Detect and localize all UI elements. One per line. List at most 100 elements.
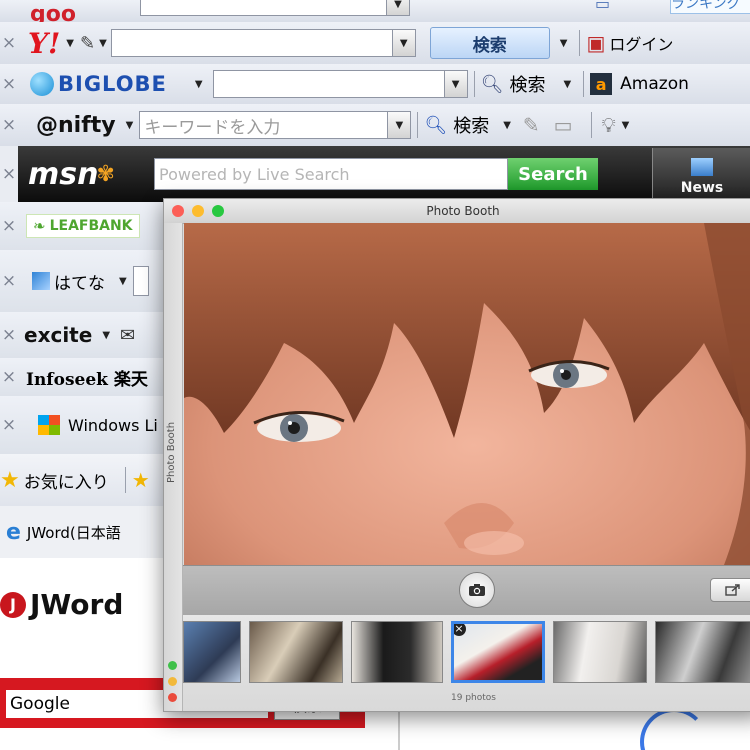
close-icon[interactable]: × [0, 115, 18, 135]
pencil-icon[interactable]: ✎ [80, 33, 95, 54]
dictionary-icon[interactable]: ▭ [595, 0, 610, 13]
photo-booth-window[interactable]: Photo Booth Photo Booth × 19 photos [163, 198, 750, 712]
chevron-down-icon[interactable]: ▼ [102, 330, 110, 341]
biglobe-search-input[interactable]: ▼ [212, 70, 468, 98]
sidebar-item-windows-live[interactable]: × Windows Li [0, 396, 168, 455]
close-icon[interactable]: × [0, 33, 18, 53]
nifty-search-input[interactable]: キーワードを入力 ▼ [139, 111, 412, 139]
search-icon[interactable]: 🔍︎ [481, 74, 504, 95]
mail-icon[interactable]: ✉ [120, 325, 135, 346]
close-icon[interactable]: × [0, 74, 18, 94]
photo-booth-titlebar[interactable]: Photo Booth [164, 199, 750, 224]
msn-search-placeholder: Powered by Live Search [159, 164, 350, 184]
thumbnail[interactable] [351, 621, 443, 683]
nifty-logo[interactable]: @nifty [36, 113, 116, 138]
close-icon[interactable]: × [0, 216, 18, 236]
leaf-icon: ❧ [33, 217, 46, 235]
msn-toolbar: × msn ✾ Powered by Live Search Search Ne… [0, 146, 750, 203]
chevron-down-icon[interactable]: ▼ [119, 276, 127, 287]
chevron-down-icon[interactable]: ▼ [126, 120, 134, 131]
sidebar-item-excite[interactable]: × excite ▼ ✉ [0, 312, 168, 359]
msn-news-label: News [680, 180, 724, 196]
toolbar-separator [124, 467, 126, 493]
thumbnail-selected[interactable]: × [451, 621, 545, 683]
login-icon[interactable]: ▣ [586, 31, 605, 55]
jword-search-value: Google [10, 694, 70, 714]
msn-search-input[interactable]: Powered by Live Search [154, 158, 508, 190]
photo-thumbnail-strip: × 19 photos [183, 615, 750, 711]
add-favorite-star-icon[interactable]: ★ [132, 468, 150, 492]
close-icon[interactable]: × [0, 367, 18, 387]
lightbulb-icon[interactable]: 💡︎ [602, 113, 616, 137]
delete-icon[interactable]: × [454, 624, 466, 636]
chevron-down-icon[interactable]: ▼ [560, 38, 568, 49]
goo-search-input[interactable]: ▼ [140, 0, 410, 16]
jword-logo[interactable]: J JWord [0, 588, 123, 621]
thumbnail[interactable] [655, 621, 750, 683]
share-icon [725, 584, 740, 596]
windows-flag-icon [38, 415, 60, 435]
msn-logo[interactable]: msn [28, 157, 98, 192]
msn-news-button[interactable]: News [652, 148, 750, 200]
msn-search-button[interactable]: Search [508, 158, 598, 190]
thumbnail[interactable] [249, 621, 343, 683]
toolbar-separator [583, 71, 585, 97]
yahoo-logo[interactable]: Y! [28, 27, 60, 60]
chevron-down-icon[interactable]: ▼ [622, 120, 630, 131]
chevron-down-icon[interactable]: ▼ [503, 120, 511, 131]
nifty-toolbar: × @nifty ▼ キーワードを入力 ▼ 🔍︎ 検索 ▼ ✎ ▭ 💡︎ ▼ [0, 104, 750, 147]
camera-icon [469, 584, 485, 596]
thumbnail[interactable] [183, 621, 241, 683]
leafbank-badge: ❧ LEAFBANK [26, 214, 140, 238]
zoom-icon[interactable] [212, 205, 224, 217]
take-photo-button[interactable] [459, 572, 495, 608]
biglobe-globe-icon [30, 72, 54, 96]
chevron-down-icon[interactable]: ▼ [563, 79, 571, 90]
sidebar-item-hatena[interactable]: × はてな ▼ [0, 250, 168, 313]
jword-tab[interactable]: e JWord(日本語 [0, 506, 168, 559]
close-icon[interactable] [172, 205, 184, 217]
thumbnail[interactable] [553, 621, 647, 683]
amazon-link[interactable]: Amazon [620, 74, 689, 94]
chevron-down-icon[interactable]: ▼ [66, 38, 74, 49]
side-red-dot[interactable] [168, 693, 177, 702]
yahoo-login-link[interactable]: ログイン [609, 31, 673, 55]
highlight-pen-icon[interactable]: ✎ [523, 113, 540, 137]
yahoo-search-label: 検索 [472, 35, 507, 56]
hatena-icon [32, 272, 50, 290]
sidebar-item-leafbank[interactable]: × ❧ LEAFBANK [0, 202, 168, 251]
toolbar-separator [579, 30, 581, 56]
side-yellow-dot[interactable] [168, 677, 177, 686]
side-green-dot[interactable] [168, 661, 177, 670]
favorites-bar[interactable]: ★ お気に入り ★ [0, 454, 168, 507]
search-icon[interactable]: 🔍︎ [424, 115, 447, 136]
close-icon[interactable]: × [0, 146, 18, 202]
chevron-down-icon[interactable]: ▼ [99, 38, 107, 49]
page-icon[interactable]: ▭ [554, 113, 573, 137]
leafbank-label: LEAFBANK [49, 218, 133, 234]
share-button[interactable] [710, 578, 750, 602]
photo-booth-control-bar [183, 565, 750, 616]
goo-ranking-button[interactable]: ランキング [670, 0, 750, 14]
minimize-icon[interactable] [192, 205, 204, 217]
biglobe-search-button[interactable]: 検索 [509, 71, 545, 97]
hatena-input[interactable] [132, 266, 149, 296]
yahoo-search-input[interactable]: ▼ [110, 29, 416, 57]
page-divider [398, 708, 400, 750]
camera-preview [184, 223, 750, 565]
chevron-down-icon[interactable]: ▼ [195, 79, 203, 90]
jword-tab-label: JWord(日本語 [26, 523, 121, 542]
sidebar-item-infoseek[interactable]: × Infoseek 楽天 [0, 358, 168, 397]
toolbar-separator [473, 71, 475, 97]
close-icon[interactable]: × [0, 325, 18, 345]
goo-logo[interactable]: goo [30, 8, 76, 22]
toolbar-separator [417, 112, 419, 138]
yahoo-search-button[interactable]: 検索 [429, 27, 550, 59]
nifty-search-placeholder: キーワードを入力 [144, 117, 281, 138]
nifty-search-button[interactable]: 検索 [453, 112, 489, 138]
close-icon[interactable]: × [0, 271, 18, 291]
photo-count-label: 19 photos [451, 693, 496, 703]
biglobe-logo[interactable]: BIGLOBE [58, 72, 167, 96]
close-icon[interactable]: × [0, 415, 18, 435]
amazon-icon: a [590, 73, 613, 95]
